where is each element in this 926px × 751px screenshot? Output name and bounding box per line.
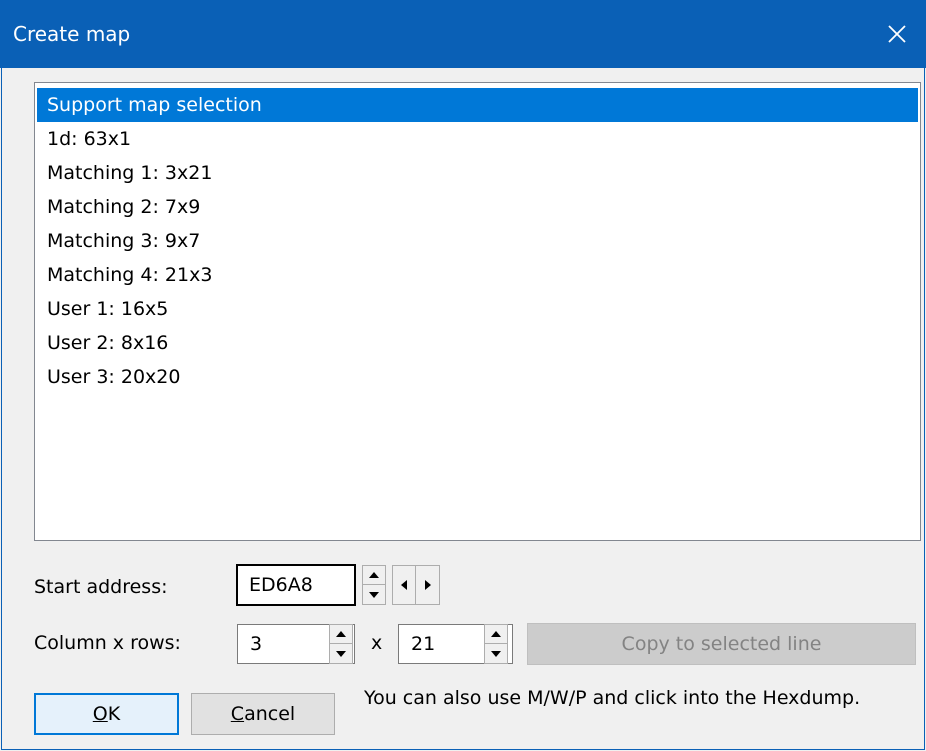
close-button[interactable] xyxy=(868,0,926,68)
spin-down-icon[interactable] xyxy=(485,644,507,663)
ok-label-rest: K xyxy=(107,703,121,725)
rows-spinner[interactable] xyxy=(484,624,508,664)
step-right-icon[interactable] xyxy=(416,565,440,605)
list-item[interactable]: User 3: 20x20 xyxy=(37,360,918,394)
spin-up-icon[interactable] xyxy=(363,566,385,585)
spin-down-icon[interactable] xyxy=(363,585,385,604)
spin-down-icon[interactable] xyxy=(330,644,352,663)
list-item[interactable]: Matching 3: 9x7 xyxy=(37,224,918,258)
list-item[interactable]: User 2: 8x16 xyxy=(37,326,918,360)
map-list[interactable]: Support map selection 1d: 63x1 Matching … xyxy=(34,82,921,541)
cancel-button[interactable]: Cancel xyxy=(191,693,335,735)
start-address-label: Start address: xyxy=(34,576,168,598)
list-item[interactable]: Matching 4: 21x3 xyxy=(37,258,918,292)
hint-text: You can also use M/W/P and click into th… xyxy=(364,687,861,709)
start-address-spinner[interactable] xyxy=(362,565,386,605)
list-item[interactable]: 1d: 63x1 xyxy=(37,122,918,156)
step-left-icon[interactable] xyxy=(392,565,416,605)
ok-accel-letter: O xyxy=(92,703,108,725)
list-item[interactable]: Support map selection xyxy=(37,88,918,122)
close-icon xyxy=(888,25,906,43)
copy-to-selected-line-button[interactable]: Copy to selected line xyxy=(527,623,916,665)
times-separator: x xyxy=(371,632,383,654)
window-title: Create map xyxy=(13,22,131,46)
list-item[interactable]: Matching 1: 3x21 xyxy=(37,156,918,190)
columns-spinner[interactable] xyxy=(329,624,353,664)
ok-button[interactable]: OK xyxy=(34,693,179,735)
cancel-accel-letter: C xyxy=(230,703,245,725)
title-bar: Create map xyxy=(0,0,926,68)
cancel-label-rest: ancel xyxy=(244,703,296,725)
spin-up-icon[interactable] xyxy=(485,625,507,644)
address-step-spinner[interactable] xyxy=(392,565,440,605)
columns-rows-label: Column x rows: xyxy=(34,632,181,654)
spin-up-icon[interactable] xyxy=(330,625,352,644)
list-item[interactable]: Matching 2: 7x9 xyxy=(37,190,918,224)
list-item[interactable]: User 1: 16x5 xyxy=(37,292,918,326)
start-address-input[interactable]: ED6A8 xyxy=(236,564,356,606)
